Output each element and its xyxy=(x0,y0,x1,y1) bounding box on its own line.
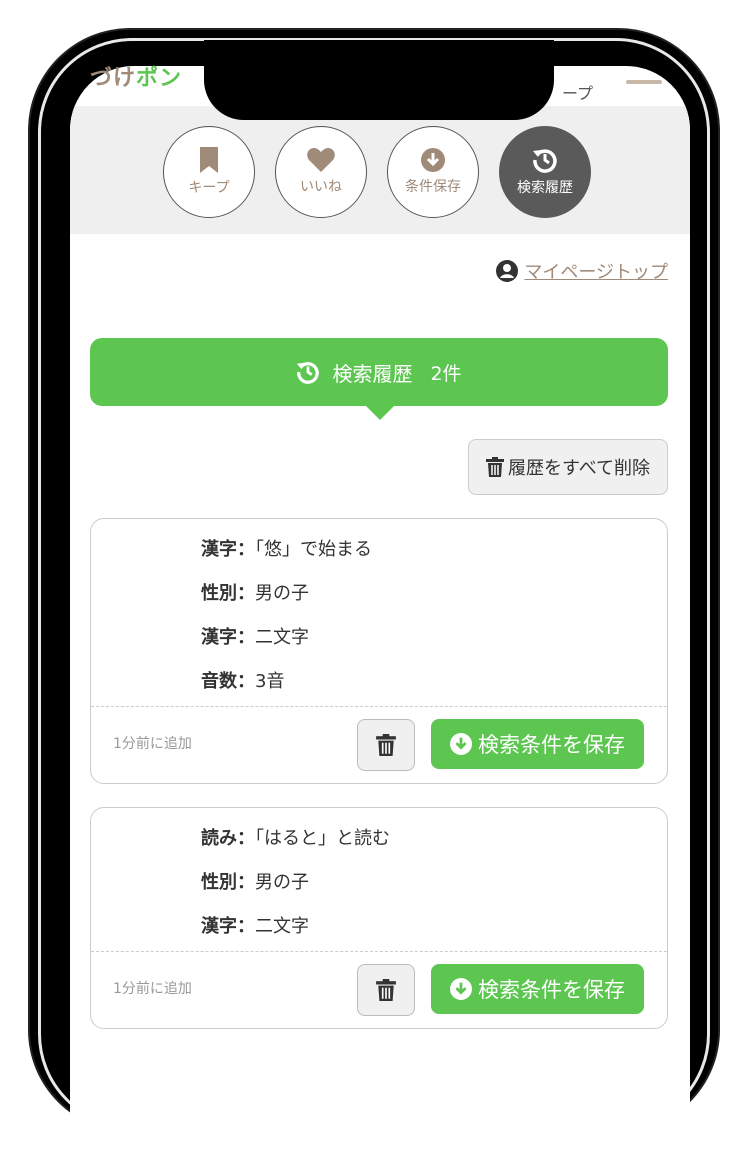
menu-icon[interactable] xyxy=(626,80,662,84)
mypage-top-label: マイページトップ xyxy=(524,262,668,283)
app-logo: づけポン xyxy=(90,60,182,92)
tab-keep-label: キープ xyxy=(188,180,230,196)
card-footer: 1分前に追加 検索条件を保存 xyxy=(91,951,667,1028)
condition-key: 読み： xyxy=(201,828,255,849)
condition-row: 漢字：二文字 xyxy=(201,912,667,956)
app-logo-green: ポン xyxy=(136,66,183,91)
download-circle-icon xyxy=(421,148,445,172)
trash-icon xyxy=(376,979,396,1001)
condition-row: 漢字：「悠」で始まる xyxy=(201,535,667,579)
search-history-banner: 検索履歴 2件 xyxy=(90,338,668,406)
condition-list: 読み：「はると」と読む 性別：男の子 漢字：二文字 xyxy=(91,808,667,956)
tab-search-history[interactable]: 検索履歴 xyxy=(499,126,591,218)
condition-key: 性別： xyxy=(201,872,255,893)
condition-key: 漢字： xyxy=(201,539,255,560)
history-icon xyxy=(297,362,320,384)
header-keep-text: ープ xyxy=(562,84,594,103)
banner-title: 検索履歴 xyxy=(332,361,413,386)
condition-value: 二文字 xyxy=(255,627,309,648)
condition-value: 3音 xyxy=(255,671,285,692)
condition-row: 漢字：二文字 xyxy=(201,623,667,667)
added-time: 1分前に追加 xyxy=(113,981,192,997)
banner-pointer xyxy=(364,404,396,420)
phone-notch xyxy=(204,40,554,120)
condition-key: 音数： xyxy=(201,671,255,692)
phone-screen: キープ いいね 条件保存 検索履歴 マイページトップ 検索履歴 2件 履歴をすべ… xyxy=(70,66,690,1166)
condition-row: 性別：男の子 xyxy=(201,579,667,623)
tab-like-label: いいね xyxy=(300,179,342,195)
save-search-conditions-button[interactable]: 検索条件を保存 xyxy=(431,719,644,769)
bookmark-icon xyxy=(200,147,218,173)
delete-all-label: 履歴をすべて削除 xyxy=(507,458,651,479)
save-search-conditions-button[interactable]: 検索条件を保存 xyxy=(431,964,644,1014)
mypage-top-link[interactable]: マイページトップ xyxy=(496,258,668,284)
history-icon xyxy=(533,149,557,173)
banner-count: 2件 xyxy=(430,362,462,385)
condition-key: 漢字： xyxy=(201,916,255,937)
tab-search-history-label: 検索履歴 xyxy=(517,180,573,196)
delete-all-history-button[interactable]: 履歴をすべて削除 xyxy=(468,439,668,495)
delete-history-button[interactable] xyxy=(357,719,415,771)
condition-key: 漢字： xyxy=(201,627,255,648)
condition-value: 「はると」と読む xyxy=(255,828,390,849)
condition-row: 性別：男の子 xyxy=(201,868,667,912)
condition-list: 漢字：「悠」で始まる 性別：男の子 漢字：二文字 音数：3音 xyxy=(91,519,667,711)
condition-row: 音数：3音 xyxy=(201,667,667,711)
download-circle-icon xyxy=(450,978,472,1000)
tab-saved-conditions[interactable]: 条件保存 xyxy=(387,126,479,218)
condition-value: 男の子 xyxy=(255,583,309,604)
condition-key: 性別： xyxy=(201,583,255,604)
delete-history-button[interactable] xyxy=(357,964,415,1016)
condition-value: 二文字 xyxy=(255,916,309,937)
app-logo-part: づけ xyxy=(90,66,137,91)
tab-keep[interactable]: キープ xyxy=(163,126,255,218)
trash-icon xyxy=(376,734,396,756)
save-label: 検索条件を保存 xyxy=(478,733,625,757)
tab-like[interactable]: いいね xyxy=(275,126,367,218)
tab-saved-conditions-label: 条件保存 xyxy=(405,179,461,195)
save-label: 検索条件を保存 xyxy=(478,978,625,1002)
condition-value: 男の子 xyxy=(255,872,309,893)
card-footer: 1分前に追加 検索条件を保存 xyxy=(91,706,667,783)
condition-value: 「悠」で始まる xyxy=(255,539,372,560)
heart-icon xyxy=(307,148,335,172)
tab-bar: キープ いいね 条件保存 検索履歴 xyxy=(70,106,690,234)
download-circle-icon xyxy=(450,733,472,755)
condition-row: 読み：「はると」と読む xyxy=(201,824,667,868)
user-circle-icon xyxy=(496,260,519,282)
history-card: 漢字：「悠」で始まる 性別：男の子 漢字：二文字 音数：3音 1分前に追加 検索… xyxy=(90,518,668,784)
added-time: 1分前に追加 xyxy=(113,736,192,752)
trash-icon xyxy=(485,457,504,477)
history-card: 読み：「はると」と読む 性別：男の子 漢字：二文字 1分前に追加 検索条件を保存 xyxy=(90,807,668,1029)
